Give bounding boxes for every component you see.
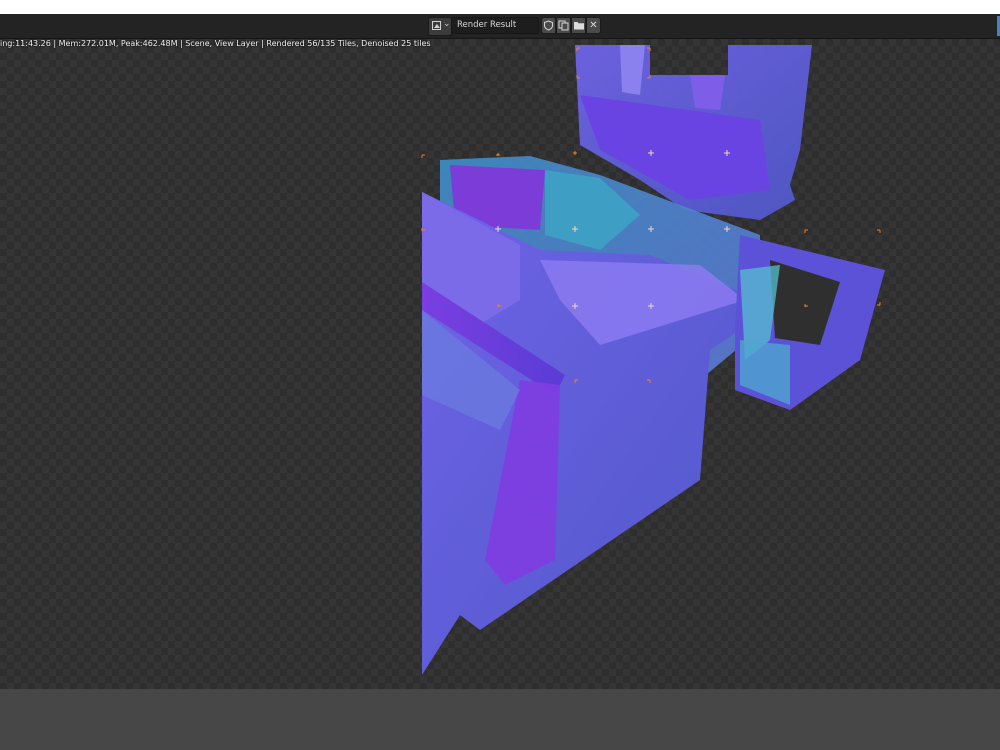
image-browse-button[interactable]: ⌄ xyxy=(428,17,452,36)
new-image-button[interactable] xyxy=(556,17,571,34)
open-image-button[interactable] xyxy=(571,17,586,34)
shield-icon xyxy=(544,20,553,31)
render-viewport[interactable]: ing:11:43.26 | Mem:272.01M, Peak:462.48M… xyxy=(0,39,1000,689)
duplicate-icon xyxy=(558,20,569,31)
fake-user-button[interactable] xyxy=(541,17,556,34)
close-icon: ✕ xyxy=(589,20,598,31)
folder-icon xyxy=(573,22,584,30)
bottom-panel xyxy=(0,689,1000,750)
image-name-field[interactable]: Render Result xyxy=(451,17,539,34)
render-stats-text: ing:11:43.26 | Mem:272.01M, Peak:462.48M… xyxy=(0,39,431,48)
image-editor-window: ⌄ Render Result ✕ ing:11:43.26 | Mem:272… xyxy=(0,0,1000,750)
image-icon xyxy=(432,21,441,30)
image-editor-header: ⌄ Render Result ✕ xyxy=(0,14,1000,39)
unlink-image-button[interactable]: ✕ xyxy=(586,17,601,34)
chevron-down-icon: ⌄ xyxy=(443,19,451,29)
render-result-image xyxy=(421,45,885,675)
